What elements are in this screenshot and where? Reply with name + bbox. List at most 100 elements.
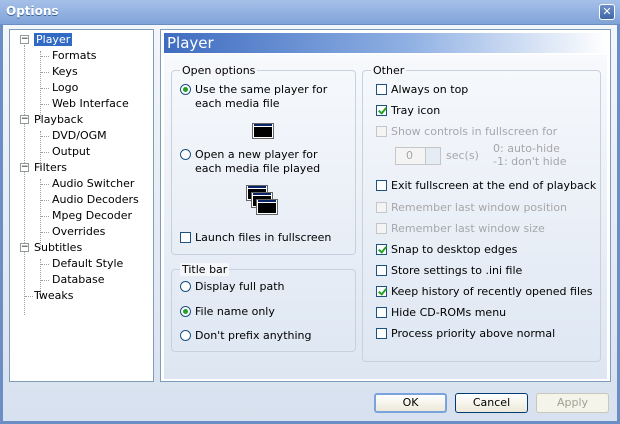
tree-item-output[interactable]: Output (52, 144, 90, 159)
hide-cdroms-option[interactable]: Hide CD-ROMs menu (376, 306, 506, 322)
radio-button[interactable] (180, 306, 191, 317)
checkbox[interactable] (376, 126, 387, 137)
tree-item-subtitles[interactable]: Subtitles (34, 240, 82, 255)
checkbox[interactable] (180, 232, 191, 243)
process-priority-option[interactable]: Process priority above normal (376, 327, 555, 343)
always-on-top-option[interactable]: Always on top (376, 83, 468, 99)
ok-button[interactable]: OK (374, 393, 447, 413)
tree-item-label: Subtitles (34, 241, 83, 254)
options-dialog: Options ✕ − Player Formats Keys Logo Web… (0, 0, 620, 424)
collapse-icon[interactable]: − (20, 163, 29, 172)
radio-label: each media file (195, 97, 280, 110)
radio-dont-prefix[interactable]: Don't prefix anything (180, 329, 312, 345)
tree-connector (41, 104, 49, 105)
radio-label: Use the same player for (195, 83, 328, 96)
collapse-icon[interactable]: − (20, 243, 29, 252)
tree-connector (41, 216, 49, 217)
radio-same-player[interactable]: Use the same player for each media file (180, 83, 327, 113)
radio-button[interactable] (180, 330, 191, 341)
tree-item-audio-switcher[interactable]: Audio Switcher (52, 176, 134, 191)
radio-label: each media file played (195, 162, 321, 175)
tree-item-logo[interactable]: Logo (52, 80, 78, 95)
cancel-button[interactable]: Cancel (455, 393, 528, 413)
title-bar[interactable]: Options ✕ (0, 0, 620, 24)
radio-display-full-path[interactable]: Display full path (180, 280, 285, 296)
tree-item-formats[interactable]: Formats (52, 48, 97, 63)
tree-item-default-style[interactable]: Default Style (52, 256, 123, 271)
keep-history-option[interactable]: Keep history of recently opened files (376, 285, 593, 301)
tree-connector (41, 136, 49, 137)
checkbox[interactable] (376, 307, 387, 318)
close-icon[interactable]: ✕ (599, 4, 615, 20)
spinner-arrows-icon[interactable] (425, 148, 440, 164)
checkbox-label: Remember last window size (391, 222, 545, 235)
tray-icon-option[interactable]: Tray icon (376, 104, 440, 120)
tree-item-label: Playback (34, 113, 84, 126)
tree-item-label: Database (52, 273, 105, 286)
snap-edges-option[interactable]: Snap to desktop edges (376, 243, 517, 259)
checkbox-label: Show controls in fullscreen for (391, 125, 558, 138)
tree-connector (40, 51, 41, 121)
other-group: Other Always on top Tray icon Show contr… (362, 64, 601, 362)
checkbox-label: Snap to desktop edges (391, 243, 518, 256)
radio-button[interactable] (180, 281, 191, 292)
checkbox[interactable] (376, 286, 387, 297)
tree-connector (41, 200, 49, 201)
exit-fullscreen-option[interactable]: Exit fullscreen at the end of playback (376, 179, 596, 195)
remember-position-option[interactable]: Remember last window position (376, 201, 567, 217)
checkbox[interactable] (376, 105, 387, 116)
launch-fullscreen-option[interactable]: Launch files in fullscreen (180, 231, 331, 247)
radio-file-name-only[interactable]: File name only (180, 305, 275, 321)
apply-button[interactable]: Apply (536, 393, 609, 413)
radio-button[interactable] (180, 149, 191, 160)
show-controls-option[interactable]: Show controls in fullscreen for (376, 125, 557, 141)
checkbox-label: Tray icon (391, 104, 441, 117)
tree-connector (41, 56, 49, 57)
radio-button[interactable] (180, 84, 191, 95)
checkbox[interactable] (376, 265, 387, 276)
collapse-icon[interactable]: − (20, 35, 29, 44)
collapse-icon[interactable]: − (20, 115, 29, 124)
tree-item-player[interactable]: Player (34, 32, 73, 47)
tree-item-web-interface[interactable]: Web Interface (52, 96, 129, 111)
checkbox[interactable] (376, 328, 387, 339)
checkbox-label: Store settings to .ini file (391, 264, 523, 277)
radio-new-player[interactable]: Open a new player for each media file pla… (180, 148, 320, 178)
tree-item-label: Default Style (52, 257, 124, 270)
group-title: Other (371, 64, 407, 77)
tree-connector (41, 232, 49, 233)
tree-item-dvd-ogm[interactable]: DVD/OGM (52, 128, 107, 143)
tree-item-label: Tweaks (34, 289, 74, 302)
remember-size-option[interactable]: Remember last window size (376, 222, 545, 238)
tree-connector (41, 184, 49, 185)
tree-item-overrides[interactable]: Overrides (52, 224, 105, 239)
checkbox[interactable] (376, 180, 387, 191)
spinner-unit: sec(s) (446, 149, 479, 162)
checkbox[interactable] (376, 202, 387, 213)
tree-connector (41, 72, 49, 73)
tree-item-mpeg-decoder[interactable]: Mpeg Decoder (52, 208, 132, 223)
tree-connector (41, 264, 49, 265)
checkbox[interactable] (376, 223, 387, 234)
tree-item-filters[interactable]: Filters (34, 160, 67, 175)
multiple-players-icon (246, 185, 280, 217)
checkbox-label: Process priority above normal (391, 327, 556, 340)
category-tree[interactable]: − Player Formats Keys Logo Web Interface… (9, 29, 154, 382)
radio-label: Open a new player for (195, 148, 318, 161)
checkbox-label: Exit fullscreen at the end of playback (391, 179, 597, 192)
tree-item-playback[interactable]: Playback (34, 112, 83, 127)
tree-item-keys[interactable]: Keys (52, 64, 78, 79)
tree-connector (24, 45, 25, 315)
radio-label: File name only (195, 305, 275, 318)
checkbox[interactable] (376, 84, 387, 95)
checkbox[interactable] (376, 244, 387, 255)
tree-item-tweaks[interactable]: Tweaks (34, 288, 74, 303)
hint-dont-hide: -1: don't hide (493, 155, 567, 168)
tree-connector (41, 88, 49, 89)
window-title: Options (6, 4, 59, 18)
store-ini-option[interactable]: Store settings to .ini file (376, 264, 522, 280)
tree-item-audio-decoders[interactable]: Audio Decoders (52, 192, 139, 207)
panel-body: Open options Use the same player for each… (164, 55, 607, 379)
fullscreen-controls-seconds-spinner[interactable]: 0 (395, 147, 441, 165)
tree-item-database[interactable]: Database (52, 272, 105, 287)
